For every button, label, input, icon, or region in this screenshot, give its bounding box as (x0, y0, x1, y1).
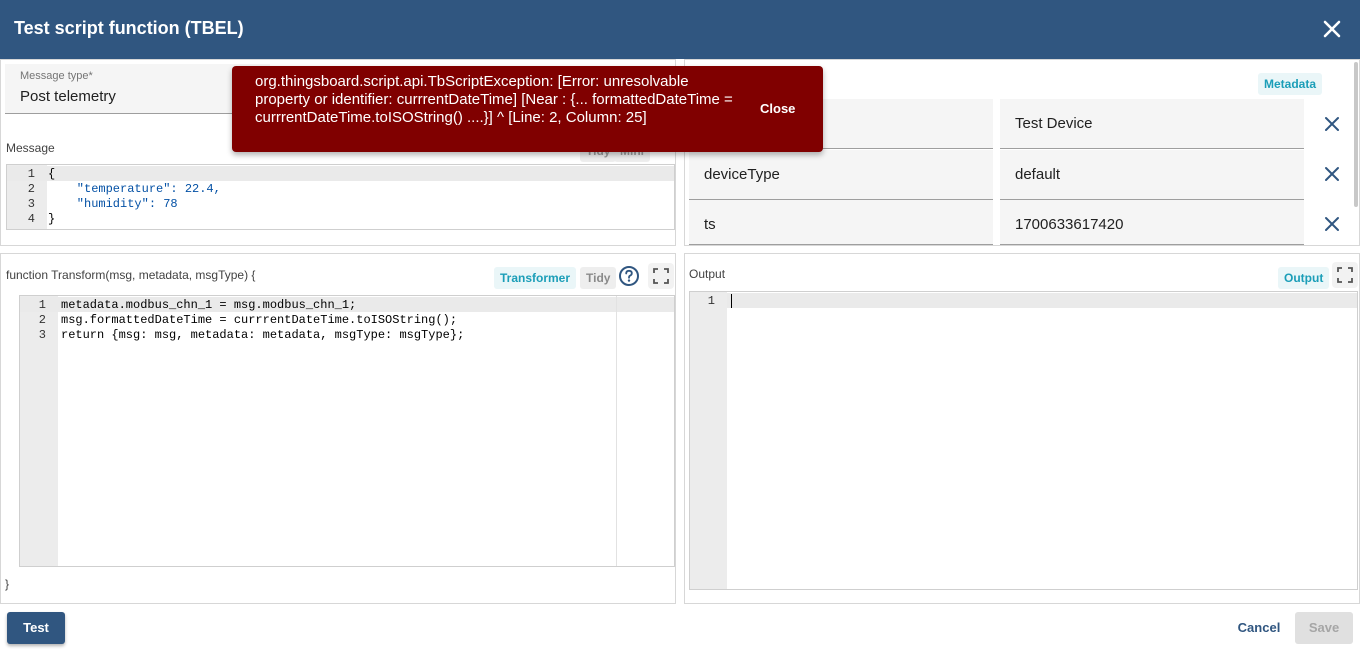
line-number: 4 (27, 212, 35, 226)
line-number: 1 (27, 167, 35, 181)
function-tidy-button[interactable]: Tidy (580, 267, 617, 289)
code-line: { (48, 167, 56, 181)
dialog-title: Test script function (TBEL) (14, 18, 244, 38)
line-number: 2 (27, 182, 35, 196)
test-button[interactable]: Test (7, 612, 65, 644)
dialog-header: Test script function (TBEL) (0, 0, 1360, 59)
text-cursor (731, 294, 732, 308)
message-editor[interactable]: 1 2 3 4 { "temperature": 22.4, "humidity… (6, 164, 675, 230)
save-button[interactable]: Save (1295, 612, 1353, 644)
line-number: 1 (707, 294, 715, 308)
output-label: Output (689, 267, 726, 281)
output-fullscreen-button[interactable] (1332, 262, 1358, 288)
metadata-scrollbar[interactable] (1354, 62, 1358, 207)
delete-row-icon[interactable] (1322, 214, 1342, 234)
function-fullscreen-button[interactable] (648, 263, 674, 289)
help-icon[interactable] (618, 265, 640, 287)
fullscreen-icon (653, 268, 669, 284)
toast-close-button[interactable]: Close (760, 101, 795, 116)
delete-row-icon[interactable] (1322, 164, 1342, 184)
message-type-select[interactable]: Message type* Post telemetry (5, 64, 270, 114)
transformer-badge[interactable]: Transformer (494, 267, 577, 289)
function-editor[interactable]: 1 2 3 metadata.modbus_chn_1 = msg.modbus… (19, 295, 675, 567)
line-number: 2 (38, 313, 46, 327)
code-line: metadata.modbus_chn_1 = msg.modbus_chn_1… (61, 298, 357, 312)
metadata-badge[interactable]: Metadata (1258, 73, 1323, 95)
code-line: return {msg: msg, metadata: metadata, ms… (61, 328, 465, 342)
metadata-value-field[interactable]: Test Device (1000, 99, 1304, 149)
code-line: msg.formattedDateTime = currrentDateTime… (61, 313, 458, 327)
line-number: 3 (27, 197, 35, 211)
code-line: "temperature": 22.4, (48, 182, 221, 196)
delete-row-icon[interactable] (1322, 114, 1342, 134)
metadata-key-field[interactable]: deviceType (689, 150, 993, 200)
output-badge[interactable]: Output (1278, 267, 1330, 289)
error-toast: org.thingsboard.script.api.TbScriptExcep… (232, 66, 823, 152)
code-line: "humidity": 78 (48, 197, 178, 211)
function-signature: function Transform(msg, metadata, msgTyp… (6, 268, 256, 282)
metadata-value-field[interactable]: 1700633617420 (1000, 200, 1304, 245)
metadata-value-field[interactable]: default (1000, 150, 1304, 200)
line-number: 1 (38, 298, 46, 312)
fullscreen-icon (1337, 267, 1353, 283)
error-message: org.thingsboard.script.api.TbScriptExcep… (255, 73, 733, 126)
metadata-key-field[interactable]: ts (689, 200, 993, 245)
code-line: } (48, 212, 56, 226)
line-number: 3 (38, 328, 46, 342)
function-closing-brace: } (5, 577, 10, 591)
cancel-button[interactable]: Cancel (1230, 612, 1288, 644)
message-type-label: Message type* (20, 70, 93, 82)
output-editor[interactable]: 1 (689, 291, 1358, 590)
message-type-value: Post telemetry (20, 88, 116, 105)
message-label: Message (6, 141, 55, 155)
close-icon[interactable] (1320, 17, 1344, 41)
